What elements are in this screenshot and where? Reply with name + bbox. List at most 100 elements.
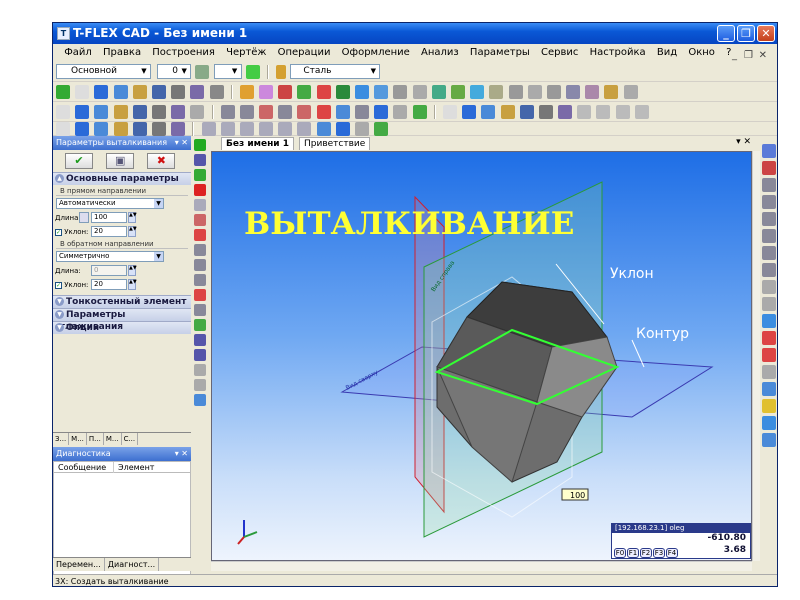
close-button[interactable]: ✕ xyxy=(757,25,775,42)
zoom-icon[interactable] xyxy=(297,105,312,119)
filter-icon[interactable] xyxy=(762,348,776,362)
print-icon[interactable] xyxy=(151,122,166,136)
backward-mode-select[interactable]: Симметрично ▼ xyxy=(56,251,164,262)
view-3d-icon[interactable] xyxy=(220,105,235,119)
tool-icon[interactable] xyxy=(374,122,389,136)
zoom-out-icon[interactable] xyxy=(762,229,776,243)
zoom-in-icon[interactable] xyxy=(762,178,776,192)
chamfer-icon[interactable] xyxy=(470,85,485,99)
level-combo[interactable]: 0 ▼ xyxy=(157,64,192,79)
mirror-icon[interactable] xyxy=(527,85,542,99)
menu-parameters[interactable]: Параметры xyxy=(466,44,534,62)
fillet-icon[interactable] xyxy=(450,85,465,99)
panel-tab-1[interactable]: З... xyxy=(53,433,70,445)
dir-icon[interactable] xyxy=(194,244,206,256)
boolean-icon[interactable] xyxy=(431,85,446,99)
print-icon[interactable] xyxy=(538,105,553,119)
reverse-icon[interactable] xyxy=(194,304,206,316)
save-icon[interactable] xyxy=(151,85,166,99)
menu-drawing[interactable]: Чертёж xyxy=(222,44,270,62)
save-icon[interactable] xyxy=(132,105,147,119)
dimension-icon[interactable] xyxy=(278,85,293,99)
new-3d-icon[interactable] xyxy=(75,105,90,119)
color-icon[interactable] xyxy=(245,65,260,79)
pause-icon[interactable] xyxy=(615,105,630,119)
magnet-icon[interactable] xyxy=(762,161,776,175)
preview-button[interactable]: ▣ xyxy=(106,153,135,169)
array-icon[interactable] xyxy=(546,85,561,99)
pan-icon[interactable] xyxy=(762,263,776,277)
redo-icon[interactable] xyxy=(190,105,205,119)
fkey-f3[interactable]: F3 xyxy=(653,548,665,558)
panel-tab-2[interactable]: М... xyxy=(69,433,87,445)
length-icon[interactable] xyxy=(194,274,206,286)
vector-icon[interactable] xyxy=(194,259,206,271)
workplane-icon[interactable] xyxy=(297,85,312,99)
list-icon[interactable] xyxy=(194,154,206,166)
tool-icon[interactable] xyxy=(412,105,427,119)
3d-viewport[interactable]: Вид сверху Вид справа ВЫТАЛКИВАНИЕ Уклон… xyxy=(211,151,752,561)
open-icon[interactable] xyxy=(500,105,515,119)
new-3d-icon[interactable] xyxy=(75,122,90,136)
undo-icon[interactable] xyxy=(171,105,186,119)
library-icon[interactable] xyxy=(604,85,619,99)
select-icon[interactable] xyxy=(194,214,206,226)
document-close-icon[interactable]: ▾ ✕ xyxy=(736,136,751,149)
coords-icon[interactable] xyxy=(374,105,389,119)
profile-icon[interactable] xyxy=(335,85,350,99)
offset-icon[interactable] xyxy=(259,122,274,136)
view-section-icon[interactable] xyxy=(259,105,274,119)
visibility-icon[interactable] xyxy=(762,331,776,345)
menu-file[interactable]: Файл xyxy=(60,44,96,62)
draft-icon[interactable] xyxy=(508,85,523,99)
ok-button[interactable]: ✔ xyxy=(65,153,93,169)
panel-tab-4[interactable]: М... xyxy=(104,433,122,445)
backward-length-input[interactable]: 0 xyxy=(91,265,127,276)
forward-draft-spinner[interactable]: ▲▼ xyxy=(128,226,137,237)
sweep-icon[interactable] xyxy=(412,85,427,99)
forward-mode-select[interactable]: Автоматически ▼ xyxy=(56,198,164,209)
zoom-dynamic-icon[interactable] xyxy=(762,246,776,260)
minimize-button[interactable]: _ xyxy=(717,25,735,42)
backward-draft-input[interactable]: 20 xyxy=(91,279,127,290)
axis-icon[interactable] xyxy=(316,105,331,119)
forward-icon[interactable] xyxy=(634,105,649,119)
attach-icon[interactable] xyxy=(623,85,638,99)
forward-length-pick-icon[interactable] xyxy=(79,212,89,223)
section-smoothing[interactable]: ▼Параметры сглаживания xyxy=(53,308,191,332)
open-icon[interactable] xyxy=(113,122,128,136)
open-icon[interactable] xyxy=(132,85,147,99)
maximize-button[interactable]: ❐ xyxy=(737,25,755,42)
menu-window[interactable]: Окно xyxy=(684,44,719,62)
orient-icon[interactable] xyxy=(762,144,776,158)
snap-icon[interactable] xyxy=(393,105,408,119)
section-icon[interactable] xyxy=(566,85,581,99)
new-file-icon[interactable] xyxy=(56,122,70,136)
arrow-icon[interactable] xyxy=(194,169,206,181)
section-thin-wall[interactable]: ▼ Тонкостенный элемент xyxy=(53,295,191,308)
menu-service[interactable]: Сервис xyxy=(537,44,582,62)
window-view-icon[interactable] xyxy=(762,433,776,447)
layers-icon[interactable] xyxy=(195,65,210,79)
save-icon[interactable] xyxy=(132,122,147,136)
menu-edit[interactable]: Правка xyxy=(99,44,145,62)
tab-document[interactable]: Без имени 1 xyxy=(221,137,295,150)
play-icon[interactable] xyxy=(596,105,611,119)
light-icon[interactable] xyxy=(762,365,776,379)
pick-icon[interactable] xyxy=(194,229,206,241)
menu-view[interactable]: Вид xyxy=(653,44,681,62)
fkey-f4[interactable]: F4 xyxy=(666,548,678,558)
cube-view-icon[interactable] xyxy=(762,382,776,396)
tab-welcome[interactable]: Приветствие xyxy=(299,137,371,150)
extrude-icon[interactable] xyxy=(355,85,369,99)
axis-icon[interactable] xyxy=(316,85,331,99)
grid-icon[interactable] xyxy=(355,105,369,119)
apply-icon[interactable] xyxy=(194,334,206,346)
fkey-f2[interactable]: F2 xyxy=(640,548,652,558)
menu-settings[interactable]: Настройка xyxy=(586,44,650,62)
backward-length-spinner[interactable]: ▲▼ xyxy=(128,265,137,276)
node-icon[interactable] xyxy=(259,85,274,99)
fkey-f1[interactable]: F1 xyxy=(627,548,639,558)
extend-icon[interactable] xyxy=(297,122,312,136)
menu-format[interactable]: Оформление xyxy=(338,44,414,62)
